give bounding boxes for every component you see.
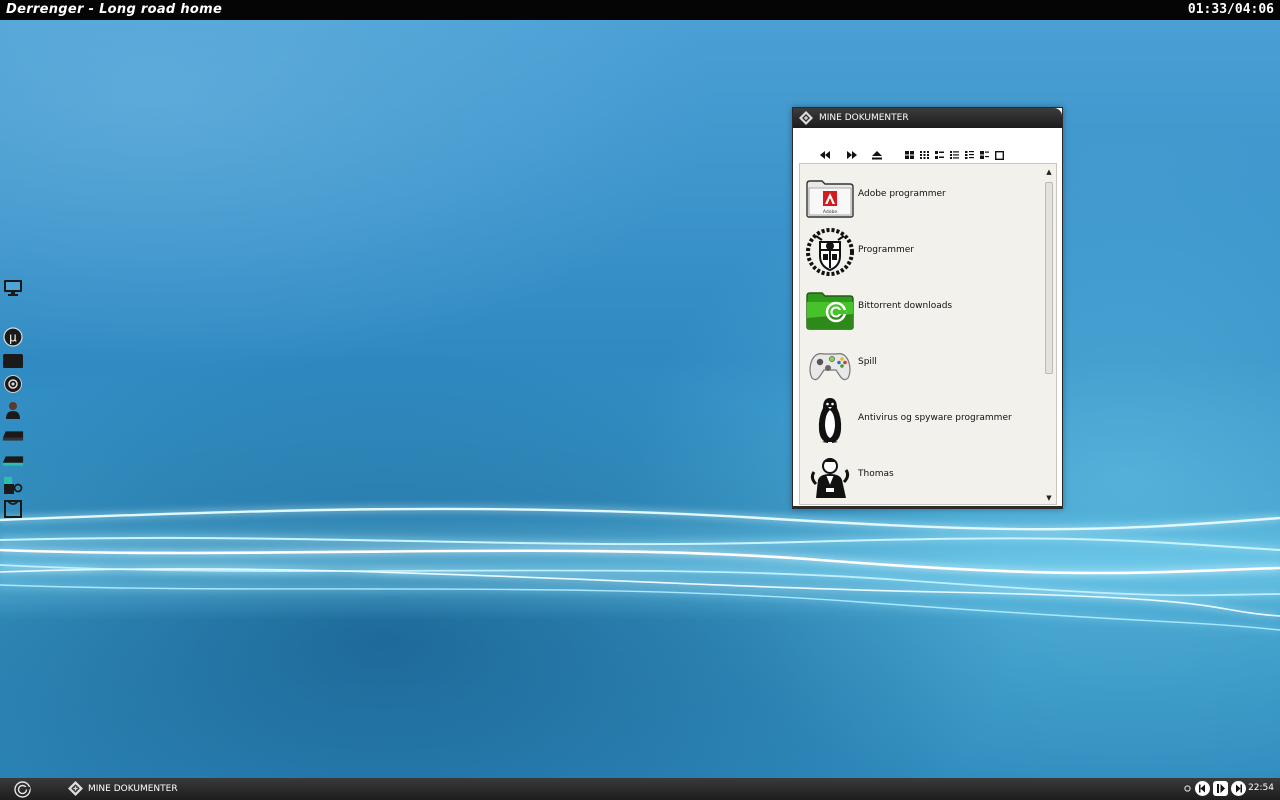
item-label: Bittorrent downloads [858, 301, 953, 311]
filmstrip-view-icon[interactable] [992, 148, 1006, 162]
next-icon[interactable] [1230, 780, 1247, 800]
crest-icon [806, 228, 854, 276]
small-icons-view-icon[interactable] [917, 148, 931, 162]
portrait-icon [806, 452, 854, 500]
item-label: Thomas [858, 469, 894, 479]
scroll-down-arrow-icon[interactable]: ▼ [1045, 494, 1053, 502]
previous-icon[interactable] [1194, 780, 1211, 800]
list-item[interactable]: Bittorrent downloads [804, 280, 1040, 336]
large-icons-view-icon[interactable] [902, 148, 916, 162]
utorrent-icon[interactable]: µ [2, 327, 24, 347]
gamepad-icon [806, 340, 854, 388]
up-arrow-icon[interactable] [870, 148, 884, 162]
start-orb-icon[interactable] [14, 781, 31, 798]
window-toolbar [793, 128, 1062, 168]
item-label: Spill [858, 357, 877, 367]
list-item[interactable]: Spill [804, 336, 1040, 392]
svg-text:Adobe: Adobe [823, 209, 837, 215]
file-list: Adobe Adobe programmer Programmer Bittor… [799, 163, 1057, 505]
bag-icon[interactable] [2, 499, 24, 519]
play-pause-icon[interactable] [1212, 780, 1229, 800]
folder-nav-icon [68, 781, 83, 799]
taskbar: MINE DOKUMENTER 22:54 [0, 778, 1280, 800]
list-item[interactable]: Antivirus og spyware programmer [804, 392, 1040, 448]
item-label: Antivirus og spyware programmer [858, 413, 1012, 423]
details-view-icon[interactable] [947, 148, 961, 162]
taskbar-window-label: MINE DOKUMENTER [88, 784, 178, 794]
light-streaks [0, 507, 1280, 631]
taskbar-clock: 22:54 [1248, 783, 1274, 793]
list-item[interactable]: Thomas [804, 448, 1040, 504]
tiles-view-icon[interactable] [962, 148, 976, 162]
list-view-icon[interactable] [932, 148, 946, 162]
window-title: MINE DOKUMENTER [819, 113, 909, 123]
shapes-icon[interactable] [2, 476, 24, 496]
list-item[interactable]: Programmer [804, 224, 1040, 280]
monitor-icon[interactable] [2, 278, 24, 298]
fast-forward-icon[interactable] [845, 148, 859, 162]
taskbar-window-button[interactable]: MINE DOKUMENTER [66, 780, 226, 798]
folder-icon[interactable] [2, 351, 24, 371]
window-titlebar[interactable]: MINE DOKUMENTER [793, 108, 1062, 128]
system-tray: 22:54 [1180, 778, 1280, 800]
now-playing-time: 01:33/04:06 [1187, 2, 1274, 17]
vertical-scrollbar[interactable]: ▲ ▼ [1044, 168, 1054, 502]
scroll-up-arrow-icon[interactable]: ▲ [1045, 168, 1053, 176]
svg-text:µ: µ [9, 331, 17, 345]
drive-icon[interactable] [2, 426, 24, 446]
penguin-icon [806, 396, 854, 444]
folder-nav-icon [799, 111, 813, 128]
thumbnails-view-icon[interactable] [977, 148, 991, 162]
disc-icon[interactable] [2, 374, 24, 394]
adobe-folder-icon: Adobe [806, 172, 854, 220]
dot-icon[interactable] [1184, 785, 1191, 795]
now-playing-bar: Derrenger - Long road home 01:33/04:06 [0, 0, 1280, 20]
explorer-window: MINE DOKUMENTER Adobe Adobe programmer P… [792, 107, 1063, 509]
bittorrent-folder-icon [806, 284, 854, 332]
now-playing-track: Derrenger - Long road home [6, 2, 223, 17]
item-label: Adobe programmer [858, 189, 946, 199]
list-item[interactable]: Adobe Adobe programmer [804, 168, 1040, 224]
drive-icon[interactable] [2, 451, 24, 471]
desktop-wallpaper [0, 20, 1280, 778]
rewind-icon[interactable] [818, 148, 832, 162]
user-icon[interactable] [2, 400, 24, 420]
item-label: Programmer [858, 245, 914, 255]
scroll-thumb[interactable] [1045, 182, 1053, 374]
